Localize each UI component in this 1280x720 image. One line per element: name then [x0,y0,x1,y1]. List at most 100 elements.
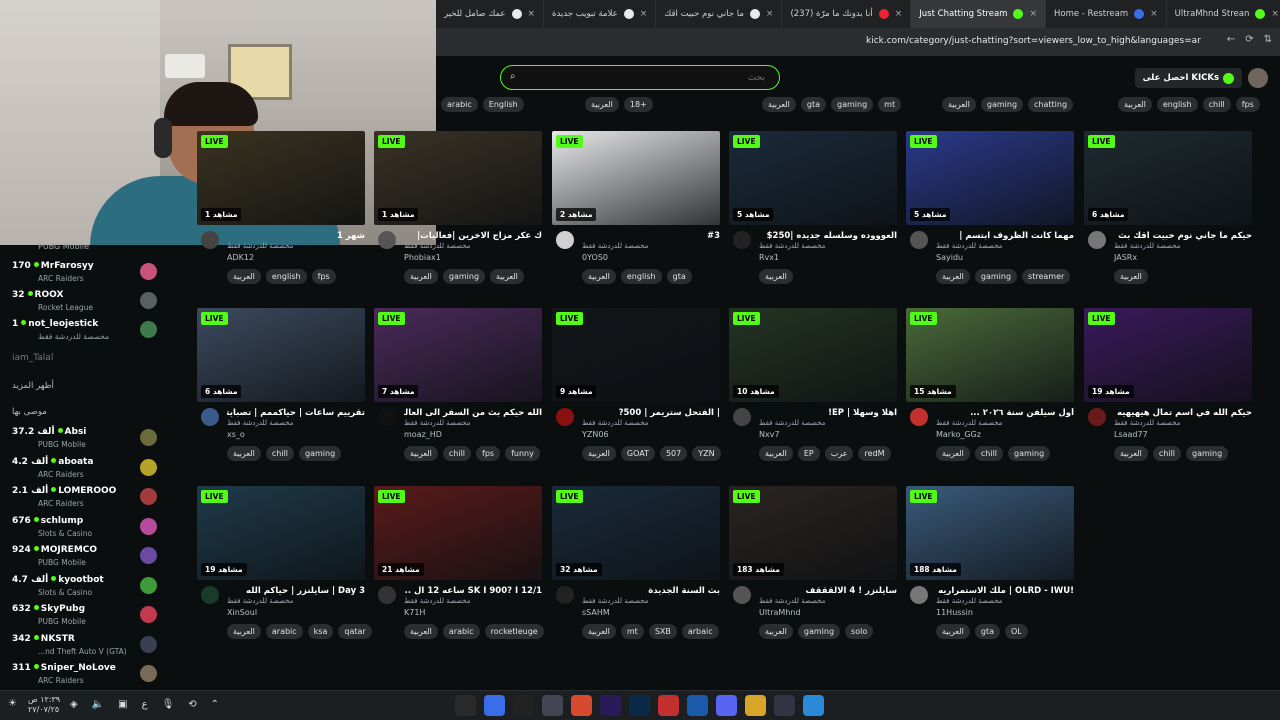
volume-icon[interactable]: 🔈 [92,699,104,710]
streamer-name[interactable]: 0YOS0 [582,253,608,262]
stream-thumbnail[interactable]: LIVE 5 مشاهد [729,131,897,225]
chrome-icon[interactable] [571,695,592,716]
tag-chip[interactable]: solo [845,624,874,639]
streamer-name[interactable]: moaz_HD [404,430,442,439]
stream-thumbnail[interactable]: LIVE 21 مشاهد [374,486,542,580]
sidebar-channel[interactable]: 4.7 ألف kyootbot Slots & Casino [0,571,175,600]
copilot-icon[interactable]: ◈ [70,699,78,710]
streamer-name[interactable]: Lsaad77 [1114,430,1148,439]
stream-thumbnail[interactable]: LIVE 5 مشاهد [906,131,1074,225]
streamer-avatar[interactable] [1088,408,1106,426]
stream-thumbnail[interactable]: LIVE 183 مشاهد [729,486,897,580]
streamer-avatar[interactable] [910,408,928,426]
mic-icon[interactable]: 🎙 [162,699,175,710]
streamer-avatar[interactable] [201,231,219,249]
stream-card[interactable]: LIVE 15 مشاهد أول سيلفن سنة ٢٠٢٦ ... مخصصة … [906,308,1074,478]
streamer-name[interactable]: xs_o [227,430,245,439]
streamer-avatar[interactable] [556,231,574,249]
close-icon[interactable]: × [895,9,903,19]
stream-title[interactable]: شهر 1 [227,231,365,241]
streamer-avatar[interactable] [378,231,396,249]
streamer-avatar[interactable] [201,586,219,604]
close-icon[interactable]: × [640,9,648,19]
stream-card[interactable]: LIVE 188 مشاهد !OLRD - IWU | ملك الاستمرار… [906,486,1074,656]
stream-category[interactable]: مخصصة للدردشة فقط [582,419,648,427]
stream-title[interactable]: !OLRD - IWU | ملك الاستمراريه [936,586,1074,596]
sidebar-channel[interactable]: 1 not_leojestick مخصصة للدردشة فقط [0,315,175,344]
sidebar-channel[interactable]: 170 MrFarosyy ARC Raiders [0,257,175,286]
tag-chip[interactable]: english [1156,97,1198,112]
tag-chip[interactable]: العربية [227,269,261,284]
stream-thumbnail[interactable]: LIVE 188 مشاهد [906,486,1074,580]
tag-chip[interactable]: العربية [759,446,793,461]
network-icon[interactable]: ▣ [118,699,127,710]
tag-chip[interactable]: SXB [648,624,677,639]
tag-chip[interactable]: arabic [441,97,478,112]
stream-thumbnail[interactable]: LIVE 15 مشاهد [906,308,1074,402]
stream-card[interactable]: LIVE 1 مشاهد شهر 1 مخصصة للدردشة فقط ADK12 ال… [197,131,365,301]
tag-chip[interactable]: العربية [227,624,261,639]
tag-chip[interactable]: العربية [936,269,970,284]
stream-title[interactable]: ك عكر مزاج الاخرين |فعاليات| [404,231,542,241]
stream-category[interactable]: مخصصة للدردشة فقط [404,597,470,605]
obs-icon[interactable] [455,695,476,716]
tag-chip[interactable]: العربية [942,97,976,112]
tag-chip[interactable]: العربية [1118,97,1152,112]
streamer-name[interactable]: YZN06 [582,430,609,439]
tag-chip[interactable]: chatting [1028,97,1074,112]
store-icon[interactable] [774,695,795,716]
show-more-link[interactable]: أظهر المزيد [12,381,54,391]
streamer-name[interactable]: XinSoul [227,608,257,617]
stream-card[interactable]: LIVE 5 مشاهد مهما كانت الظروف ابتسم | مخصصة… [906,131,1074,301]
stream-card[interactable]: LIVE 7 مشاهد الله حيكم بث من السفر الى الع… [374,308,542,478]
stream-thumbnail[interactable]: LIVE 1 مشاهد [374,131,542,225]
close-icon[interactable]: × [766,9,774,19]
stream-title[interactable]: أول سيلفن سنة ٢٠٢٦ ... [936,408,1074,418]
browser-tab[interactable]: علامة تبويب جديدة × [544,0,657,28]
tag-chip[interactable]: qatar [338,624,372,639]
stream-category[interactable]: مخصصة للدردشة فقط [1114,242,1180,250]
settings-icon[interactable] [542,695,563,716]
stream-card[interactable]: LIVE 183 مشاهد سايلنزر ! 4 الالقققف مخصصة ل… [729,486,897,656]
stream-category[interactable]: مخصصة للدردشة فقط [404,419,470,427]
tag-chip[interactable]: العربية [585,97,619,112]
tag-chip[interactable]: gaming [299,446,342,461]
back-icon[interactable]: ← [1227,34,1235,45]
stream-card[interactable]: LIVE 21 مشاهد SK I 900? I 12/1 ساعه 12 ال … [374,486,544,656]
stream-title[interactable]: حيكم ما جاني نوم حبيت اقك بث [1114,231,1252,241]
sidebar-channel[interactable]: 924 MOJREMCO PUBG Mobile [0,541,175,570]
sidebar-channel[interactable]: 342 NKSTR ...nd Theft Auto V (GTA) [0,630,175,659]
streamer-name[interactable]: JASRx [1114,253,1137,262]
language-indicator[interactable]: ع [142,699,148,710]
user-avatar[interactable] [1248,68,1268,88]
stream-card[interactable]: LIVE 9 مشاهد | الفتحل ستريمر | 500? مخصصة ل… [552,308,721,478]
streamer-avatar[interactable] [378,408,396,426]
reload-icon[interactable]: ⟳ [1245,34,1253,45]
stream-title[interactable]: SK I 900? I 12/1 ساعه 12 ال ...!! [404,586,542,596]
streamer-avatar[interactable] [733,231,751,249]
browser-tab[interactable]: (237) أنا بدونك ما مرّة × [782,0,912,28]
stream-thumbnail[interactable]: LIVE 10 مشاهد [729,308,897,402]
streamer-avatar[interactable] [378,586,396,604]
stream-title[interactable]: الله حيكم بث من السفر الى العالمية [404,408,542,418]
tag-chip[interactable]: fps [1235,97,1260,112]
stream-card[interactable]: LIVE 6 مشاهد تقرييم ساعات | حياكممم | تصبا… [197,308,365,478]
tag-chip[interactable]: عرب [824,446,854,461]
tag-chip[interactable]: 507 [659,446,688,461]
tag-chip[interactable]: English [482,97,524,112]
photoshop-icon[interactable] [629,695,650,716]
url-text[interactable]: kick.com/category/just-chatting?sort=vie… [866,36,1201,46]
stream-title[interactable]: العوووده وسلسله جديده |250$ [759,231,897,241]
streamer-avatar[interactable] [201,408,219,426]
stream-title[interactable]: مهما كانت الظروف ابتسم | [936,231,1074,241]
tag-chip[interactable]: العربية [759,624,793,639]
capcut-icon[interactable] [658,695,679,716]
streamer-avatar[interactable] [556,408,574,426]
taskbar-clock[interactable]: ١٢:٣٩ ص ٢٧/٠٧/٢٥ [28,695,60,715]
streamer-avatar[interactable] [1088,231,1106,249]
tag-chip[interactable]: العربية [227,446,261,461]
stream-category[interactable]: مخصصة للدردشة فقط [1114,419,1180,427]
stream-title[interactable]: حيكم الله في اسم تمال هيهيهيه [1114,408,1252,418]
tag-chip[interactable]: ksa [307,624,334,639]
tag-chip[interactable]: العربية [762,97,796,112]
